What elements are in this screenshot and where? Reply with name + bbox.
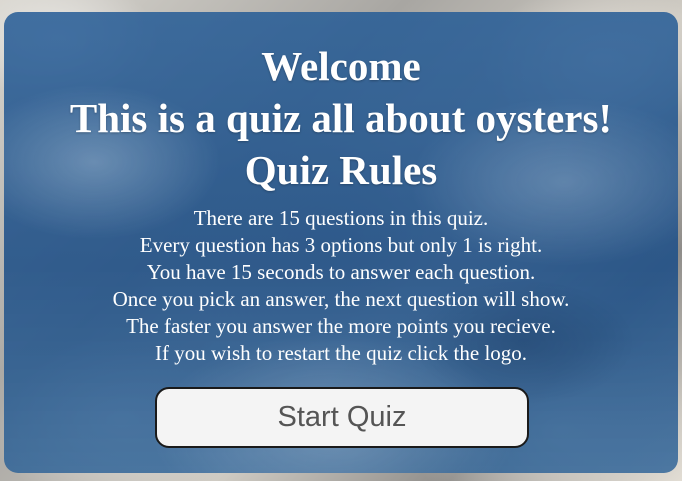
rule-item: Once you pick an answer, the next questi… [112, 287, 570, 311]
rule-item: You have 15 seconds to answer each quest… [146, 260, 536, 284]
heading-group: Welcome This is a quiz all about oysters… [4, 40, 678, 196]
rule-item: There are 15 questions in this quiz. [193, 206, 489, 230]
rule-item: If you wish to restart the quiz click th… [154, 341, 528, 365]
rules-heading: Quiz Rules [244, 147, 438, 193]
rule-item: The faster you answer the more points yo… [126, 314, 556, 338]
rules-list: There are 15 questions in this quiz. Eve… [4, 205, 678, 367]
quiz-subtitle: This is a quiz all about oysters! [69, 95, 613, 141]
welcome-title: Welcome [261, 43, 421, 89]
rule-item: Every question has 3 options but only 1 … [139, 233, 543, 257]
start-quiz-button[interactable]: Start Quiz [155, 387, 529, 448]
welcome-panel: Welcome This is a quiz all about oysters… [4, 12, 678, 473]
